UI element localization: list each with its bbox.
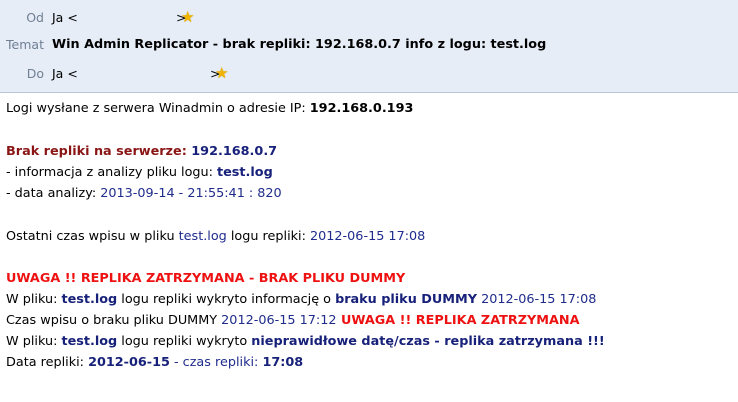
last-entry-text: Ostatni czas wpisu w pliku	[6, 229, 179, 244]
replica-date-label: Data repliki:	[6, 355, 89, 370]
subject-row: Temat Win Admin Replicator - brak replik…	[0, 35, 738, 55]
line-last-entry: Ostatni czas wpisu w pliku test.log logu…	[6, 226, 425, 247]
no-replica-label: Brak repliki na serwerze:	[6, 144, 192, 159]
to-label: Do	[26, 66, 44, 81]
analysis-date: 2013-09-14 - 21:55:41 : 820	[100, 186, 282, 201]
analysis-date-label: - data analizy:	[6, 186, 101, 201]
server-ip: 192.168.0.193	[309, 101, 414, 116]
subject-label: Temat	[6, 37, 44, 52]
line-server-ip: Logi wysłane z serwera Winadmin o adresi…	[6, 98, 413, 119]
line-warning: UWAGA !! REPLIKA ZATRZYMANA - BRAK PLIKU…	[6, 268, 405, 289]
line-dummy-info: W pliku: test.log logu repliki wykryto i…	[6, 289, 596, 310]
message-header: Od Ja < > ★ Temat Win Admin Replicator -…	[0, 0, 738, 93]
last-entry-date: 2012-06-15 17:08	[309, 229, 426, 244]
server-text: Logi wysłane z serwera Winadmin o adresi…	[6, 101, 310, 116]
line-no-replica: Brak repliki na serwerze: 192.168.0.7	[6, 141, 277, 162]
line-replica-date: Data repliki: 2012-06-15 - czas repliki:…	[6, 352, 303, 373]
star-icon[interactable]: ★	[215, 65, 231, 81]
from-label: Od	[26, 10, 44, 25]
log-file: test.log	[61, 292, 118, 307]
log-file: test.log	[178, 229, 227, 244]
to-value[interactable]: Ja <	[52, 64, 78, 84]
from-row: Od Ja < > ★	[0, 8, 738, 28]
dummy-info-text: W pliku:	[6, 292, 62, 307]
last-entry-text-2: logu repliki:	[226, 229, 310, 244]
log-file: test.log	[217, 165, 273, 180]
dummy-date: 2012-06-15 17:08	[477, 292, 597, 307]
to-row: Do Ja < > ★	[0, 64, 738, 84]
dummy-time-text: Czas wpisu o braku pliku DUMMY	[6, 313, 222, 328]
warning-text: UWAGA !! REPLIKA ZATRZYMANA	[336, 313, 580, 328]
line-invalid-date: W pliku: test.log logu repliki wykryto n…	[6, 331, 605, 352]
line-log-info: - informacja z analizy pliku logu: test.…	[6, 162, 273, 183]
subject-value: Win Admin Replicator - brak repliki: 192…	[52, 37, 547, 52]
from-value[interactable]: Ja <	[52, 8, 78, 28]
warning-text: UWAGA !! REPLIKA ZATRZYMANA - BRAK PLIKU…	[6, 271, 406, 286]
dummy-info-text-2: logu repliki wykryto informację o	[117, 292, 336, 307]
log-file: test.log	[61, 334, 118, 349]
replica-time: 17:08	[262, 355, 304, 370]
star-icon[interactable]: ★	[181, 9, 197, 25]
replica-ip: 192.168.0.7	[191, 144, 278, 159]
log-info-text: - informacja z analizy pliku logu:	[6, 165, 218, 180]
dummy-missing: braku pliku DUMMY	[335, 292, 478, 307]
dummy-time-date: 2012-06-15 17:12	[221, 313, 337, 328]
replica-time-label: - czas repliki:	[169, 355, 263, 370]
line-analysis-date: - data analizy: 2013-09-14 - 21:55:41 : …	[6, 183, 282, 204]
invalid-date-text-2: logu repliki wykryto	[117, 334, 252, 349]
line-dummy-time: Czas wpisu o braku pliku DUMMY 2012-06-1…	[6, 310, 580, 331]
invalid-date-message: nieprawidłowe datę/czas - replika zatrzy…	[251, 334, 605, 349]
replica-date: 2012-06-15	[88, 355, 170, 370]
invalid-date-text: W pliku:	[6, 334, 62, 349]
